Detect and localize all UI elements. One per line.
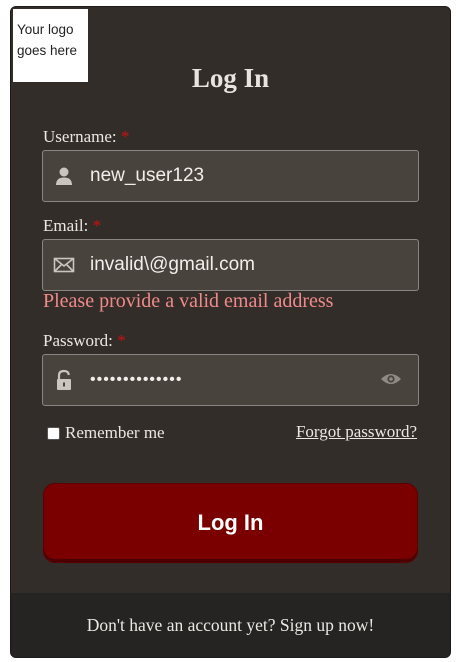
remember-me-checkbox[interactable]: [47, 426, 60, 440]
email-field[interactable]: invalid\@gmail.com: [42, 239, 419, 291]
eye-icon[interactable]: [380, 371, 402, 387]
email-label-text: Email:: [43, 216, 89, 235]
password-label-text: Password:: [43, 331, 113, 350]
password-value: ••••••••••••••: [90, 371, 183, 388]
logo-text-line2: goes here: [17, 43, 78, 58]
signup-link[interactable]: Don't have an account yet? Sign up now!: [87, 615, 374, 636]
login-card: Your logo goes here Log In Username: * n…: [10, 6, 451, 658]
email-error-message: Please provide a valid email address: [43, 290, 334, 312]
logo-text-line1: Your logo: [17, 22, 74, 37]
email-value: invalid\@gmail.com: [90, 254, 256, 275]
username-label-text: Username:: [43, 127, 117, 146]
email-label: Email: *: [43, 216, 101, 236]
signup-footer: Don't have an account yet? Sign up now!: [11, 593, 450, 657]
login-button[interactable]: Log In: [43, 483, 418, 563]
required-marker: *: [117, 331, 126, 350]
password-field[interactable]: ••••••••••••••: [42, 354, 419, 406]
remember-me-option[interactable]: Remember me: [47, 423, 165, 443]
password-label: Password: *: [43, 331, 126, 351]
username-label: Username: *: [43, 127, 129, 147]
forgot-password-link[interactable]: Forgot password?: [296, 422, 417, 442]
username-value: new_user123: [90, 165, 205, 186]
lock-icon: [57, 369, 71, 390]
username-field[interactable]: new_user123: [42, 150, 419, 202]
user-icon: [56, 167, 72, 185]
remember-me-label: Remember me: [65, 423, 165, 442]
envelope-icon: [53, 257, 75, 273]
required-marker: *: [92, 216, 102, 235]
page-title: Log In: [191, 63, 270, 93]
required-marker: *: [120, 127, 130, 146]
